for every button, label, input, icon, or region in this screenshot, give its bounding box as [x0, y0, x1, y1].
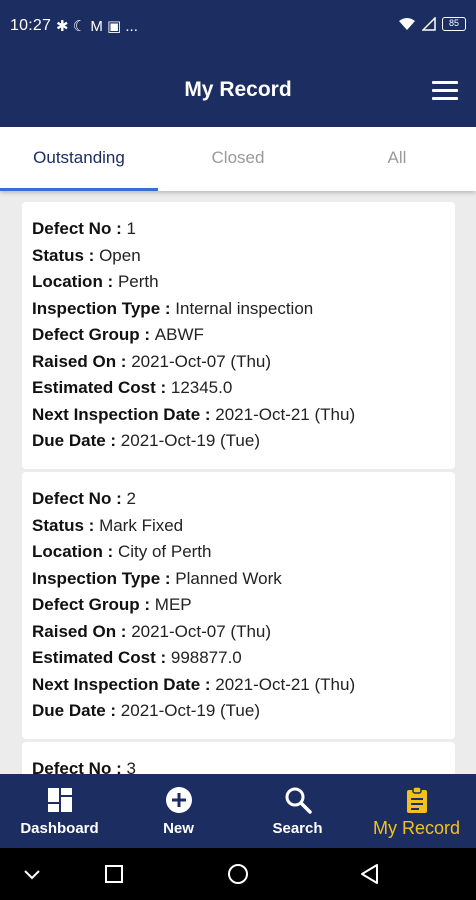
- bottom-nav: Dashboard New Search My Record: [0, 774, 476, 848]
- defect-row: Estimated Cost : 12345.0: [32, 378, 233, 397]
- defect-row: Due Date : 2021-Oct-19 (Tue): [32, 431, 261, 450]
- defect-row: Inspection Type : Planned Work: [32, 568, 282, 588]
- tab-closed[interactable]: Closed: [159, 127, 317, 191]
- defect-list[interactable]: Defect No : 1 Status : Open Location : P…: [0, 191, 476, 774]
- defect-row: Location : City of Perth: [32, 542, 212, 561]
- defect-row: Location : Perth: [32, 272, 159, 291]
- defect-row: Raised On : 2021-Oct-07 (Thu): [32, 351, 272, 371]
- battery-icon: 85: [442, 17, 466, 31]
- defect-row: Defect Group : MEP: [32, 595, 192, 614]
- status-bar: 10:27 ✱ ☾ M ▣ ... 85: [0, 0, 476, 54]
- status-time: 10:27: [10, 17, 52, 34]
- defect-row: Estimated Cost : 998877.0: [32, 648, 242, 667]
- tab-outstanding[interactable]: Outstanding: [0, 127, 158, 191]
- wifi-icon: [399, 18, 415, 30]
- nav-new[interactable]: New: [119, 774, 238, 848]
- recents-square-icon[interactable]: [102, 862, 126, 886]
- system-nav-bar: [0, 848, 476, 900]
- nav-dashboard[interactable]: Dashboard: [0, 774, 119, 848]
- defect-row: Next Inspection Date : 2021-Oct-21 (Thu): [32, 674, 356, 694]
- clipboard-icon: [406, 786, 427, 813]
- defect-card[interactable]: Defect No : 2 Status : Mark Fixed Locati…: [22, 472, 455, 739]
- status-indicators: ✱ ☾ M ▣ ...: [56, 18, 138, 35]
- back-triangle-icon[interactable]: [358, 862, 382, 886]
- tab-bar: Outstanding Closed All: [0, 127, 476, 191]
- add-circle-icon: [165, 787, 192, 813]
- defect-row: Defect No : 2: [32, 489, 136, 508]
- defect-row: Due Date : 2021-Oct-19 (Tue): [32, 701, 261, 720]
- nav-my-record[interactable]: My Record: [357, 774, 476, 848]
- tab-indicator: [0, 188, 158, 191]
- nav-search[interactable]: Search: [238, 774, 357, 848]
- app-bar: My Record: [0, 54, 476, 127]
- defect-row: Status : Open: [32, 245, 141, 265]
- defect-row: Status : Mark Fixed: [32, 515, 184, 535]
- tab-all[interactable]: All: [318, 127, 476, 191]
- defect-row: Raised On : 2021-Oct-07 (Thu): [32, 621, 272, 641]
- hamburger-menu-icon[interactable]: [432, 81, 458, 101]
- defect-row: Defect No : 1: [32, 219, 136, 238]
- page-title: My Record: [184, 78, 292, 101]
- defect-card[interactable]: Defect No : 1 Status : Open Location : P…: [22, 202, 455, 469]
- defect-card[interactable]: Defect No : 3: [22, 742, 455, 774]
- defect-row: Next Inspection Date : 2021-Oct-21 (Thu): [32, 404, 356, 424]
- defect-row: Inspection Type : Internal inspection: [32, 298, 314, 318]
- home-circle-icon[interactable]: [226, 862, 250, 886]
- signal-icon: [422, 17, 436, 31]
- defect-row: Defect No : 3: [32, 759, 136, 774]
- defect-row: Defect Group : ABWF: [32, 325, 204, 344]
- search-icon: [285, 787, 312, 814]
- dashboard-icon: [47, 788, 72, 812]
- chevron-down-icon[interactable]: [20, 862, 44, 886]
